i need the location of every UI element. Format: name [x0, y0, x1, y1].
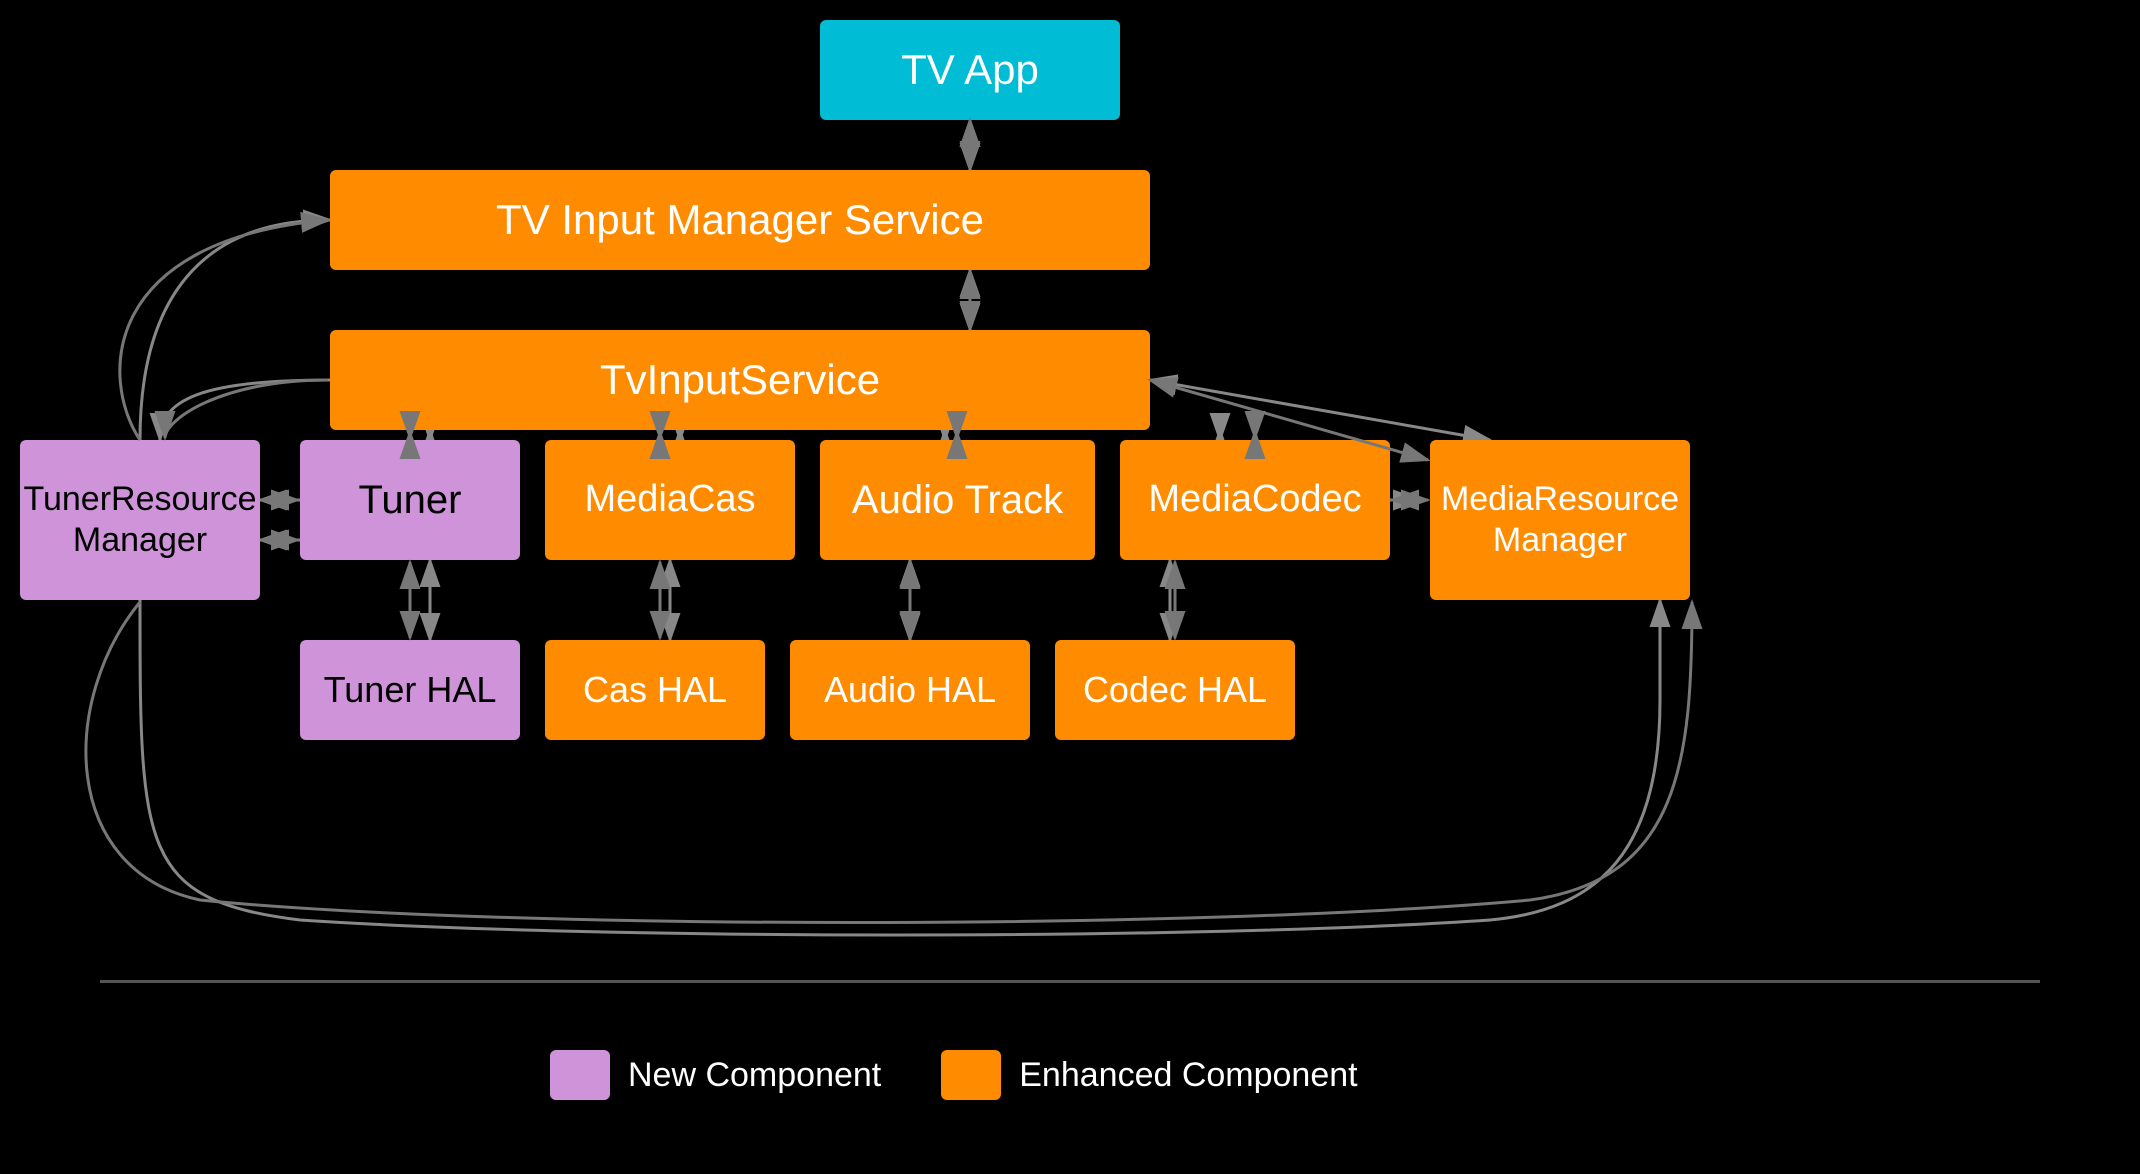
- tv-input-manager-box: TV Input Manager Service: [330, 170, 1150, 270]
- legend-new-component: New Component: [550, 1050, 881, 1100]
- legend-new-component-label: New Component: [628, 1056, 881, 1095]
- tv-input-service-box: TvInputService: [330, 330, 1150, 430]
- legend-enhanced-component: Enhanced Component: [941, 1050, 1357, 1100]
- audio-track-box: Audio Track: [820, 440, 1095, 560]
- codec-hal-box: Codec HAL: [1055, 640, 1295, 740]
- audio-hal-box: Audio HAL: [790, 640, 1030, 740]
- diagram-container: .arr { stroke: #888; stroke-width: 3; fi…: [0, 0, 2140, 1174]
- tuner-hal-box: Tuner HAL: [300, 640, 520, 740]
- media-cas-box: MediaCas: [545, 440, 795, 560]
- tuner-resource-manager-box: TunerResource Manager: [20, 440, 260, 600]
- legend-divider: [100, 980, 2040, 983]
- tv-app-box: TV App: [820, 20, 1120, 120]
- legend: New Component Enhanced Component: [550, 1050, 1358, 1100]
- media-resource-manager-box: MediaResource Manager: [1430, 440, 1690, 600]
- tuner-box: Tuner: [300, 440, 520, 560]
- cas-hal-box: Cas HAL: [545, 640, 765, 740]
- legend-new-component-box: [550, 1050, 610, 1100]
- media-codec-box: MediaCodec: [1120, 440, 1390, 560]
- legend-enhanced-component-box: [941, 1050, 1001, 1100]
- legend-enhanced-component-label: Enhanced Component: [1019, 1056, 1357, 1095]
